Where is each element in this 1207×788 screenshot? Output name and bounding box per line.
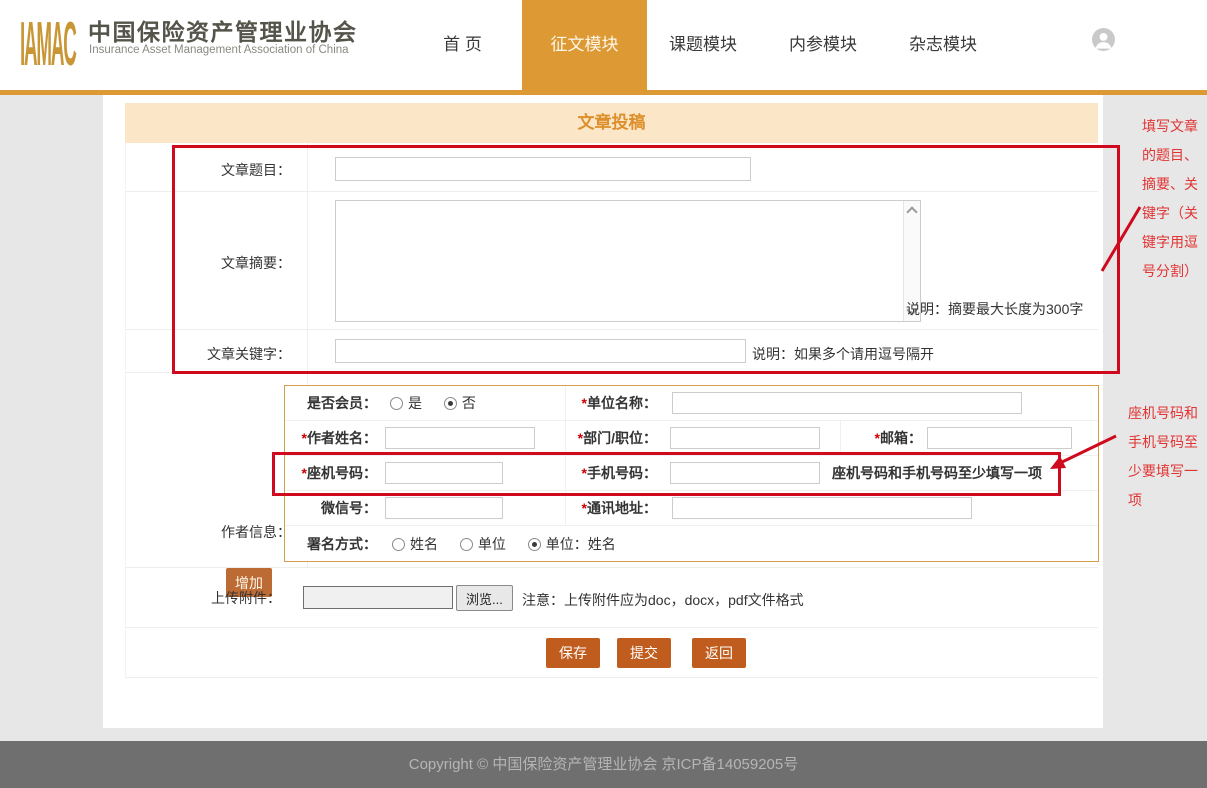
back-button[interactable]: 返回 <box>692 638 746 668</box>
logo-iamac-icon: IAMAC <box>20 0 41 89</box>
wechat-address-row: 微信号： *通讯地址： <box>285 491 1098 526</box>
author-info-row: 作者信息： 增加 是否会员： 是 否 *单位名称： *作者姓名： <box>125 373 1098 568</box>
action-buttons-row: 保存 提交 返回 <box>125 628 1098 678</box>
page: IAMAC 中国保险资产管理业协会 Insurance Asset Manage… <box>0 0 1207 788</box>
member-no-radio[interactable] <box>444 397 457 410</box>
member-yes-label[interactable]: 是 <box>408 395 422 411</box>
member-yes-radio[interactable] <box>390 397 403 410</box>
signature-company-label[interactable]: 单位 <box>478 536 506 552</box>
landline-input[interactable] <box>385 462 503 484</box>
wechat-label: 微信号： <box>285 491 377 526</box>
address-input[interactable] <box>672 497 972 519</box>
signature-company-name-radio[interactable] <box>528 538 541 551</box>
article-title-row: 文章题目： <box>125 143 1098 192</box>
email-input[interactable] <box>927 427 1072 449</box>
phone-row: *座机号码： *手机号码： 座机号码和手机号码至少填写一项 <box>285 456 1098 491</box>
department-input[interactable] <box>670 427 820 449</box>
annotation-note-phone: 座机号码和手机号码至少要填写一项 <box>1128 399 1204 515</box>
abstract-row: 文章摘要： 说明：摘要最大长度为300字 <box>125 192 1098 330</box>
member-no-label[interactable]: 否 <box>462 395 476 411</box>
keywords-input[interactable] <box>335 339 746 363</box>
author-info-box: 是否会员： 是 否 *单位名称： *作者姓名： *部门/职位： *邮箱： <box>284 385 1099 562</box>
member-company-row: 是否会员： 是 否 *单位名称： <box>285 386 1098 421</box>
upload-note: 注意：上传附件应为doc，docx，pdf文件格式 <box>522 590 804 610</box>
annotation-note-article: 填写文章的题目、摘要、关键字（关键字用逗号分割） <box>1142 112 1205 286</box>
footer: Copyright © 中国保险资产管理业协会 京ICP备14059205号 <box>0 741 1207 788</box>
scroll-up-icon[interactable] <box>906 206 917 217</box>
company-input[interactable] <box>672 392 1022 414</box>
abstract-textarea[interactable] <box>335 200 921 322</box>
author-name-input[interactable] <box>385 427 535 449</box>
abstract-label: 文章摘要： <box>156 253 291 273</box>
form-title: 文章投稿 <box>125 103 1098 143</box>
phone-note: 座机号码和手机号码至少填写一项 <box>832 456 1042 491</box>
form-card: 文章投稿 文章题目： 文章摘要： 说明：摘要最大长度为300字 文章关键字： 说… <box>103 95 1103 728</box>
landline-label: *座机号码： <box>285 456 377 491</box>
nav-item-home[interactable]: 首 页 <box>425 0 500 90</box>
browse-button[interactable]: 浏览... <box>456 585 513 611</box>
save-button[interactable]: 保存 <box>546 638 600 668</box>
article-title-input[interactable] <box>335 157 751 181</box>
signature-company-name-label[interactable]: 单位：姓名 <box>546 536 616 552</box>
email-label: *邮箱： <box>845 421 922 456</box>
keywords-row: 文章关键字： 说明：如果多个请用逗号隔开 <box>125 330 1098 373</box>
nav-item-internal[interactable]: 内参模块 <box>778 0 868 90</box>
header-accent-strip <box>0 90 1207 95</box>
logo-title: 中国保险资产管理业协会 <box>88 13 358 47</box>
nav-item-magazine[interactable]: 杂志模块 <box>898 0 988 90</box>
address-label: *通讯地址： <box>565 491 657 526</box>
signature-company-radio[interactable] <box>460 538 473 551</box>
upload-label: 上传附件： <box>156 588 281 608</box>
member-label: 是否会员： <box>285 386 377 421</box>
article-title-label: 文章题目： <box>156 160 291 180</box>
signature-name-radio[interactable] <box>392 538 405 551</box>
company-label: *单位名称： <box>565 386 657 421</box>
name-dept-email-row: *作者姓名： *部门/职位： *邮箱： <box>285 421 1098 456</box>
keywords-note: 说明：如果多个请用逗号隔开 <box>752 344 934 364</box>
user-avatar-icon[interactable] <box>1092 28 1115 51</box>
file-path-input[interactable] <box>303 586 453 609</box>
author-name-label: *作者姓名： <box>285 421 377 456</box>
nav-item-topic[interactable]: 课题模块 <box>658 0 748 90</box>
department-label: *部门/职位： <box>565 421 657 456</box>
copyright-text: Copyright © 中国保险资产管理业协会 京ICP备14059205号 <box>409 756 799 773</box>
signature-label: 署名方式： <box>285 526 377 563</box>
mobile-input[interactable] <box>670 462 820 484</box>
submit-button[interactable]: 提交 <box>617 638 671 668</box>
header: IAMAC 中国保险资产管理业协会 Insurance Asset Manage… <box>0 0 1207 90</box>
keywords-label: 文章关键字： <box>156 344 291 364</box>
signature-name-label[interactable]: 姓名 <box>410 536 438 552</box>
logo-subtitle: Insurance Asset Management Association o… <box>89 44 349 56</box>
mobile-label: *手机号码： <box>565 456 657 491</box>
author-info-label: 作者信息： <box>156 522 291 542</box>
upload-row: 上传附件： 浏览... 注意：上传附件应为doc，docx，pdf文件格式 <box>125 568 1098 628</box>
wechat-input[interactable] <box>385 497 503 519</box>
abstract-note: 说明：摘要最大长度为300字 <box>906 299 1083 319</box>
nav-item-essay-active[interactable]: 征文模块 <box>522 0 647 90</box>
signature-row: 署名方式： 姓名 单位 单位：姓名 <box>285 526 1098 563</box>
